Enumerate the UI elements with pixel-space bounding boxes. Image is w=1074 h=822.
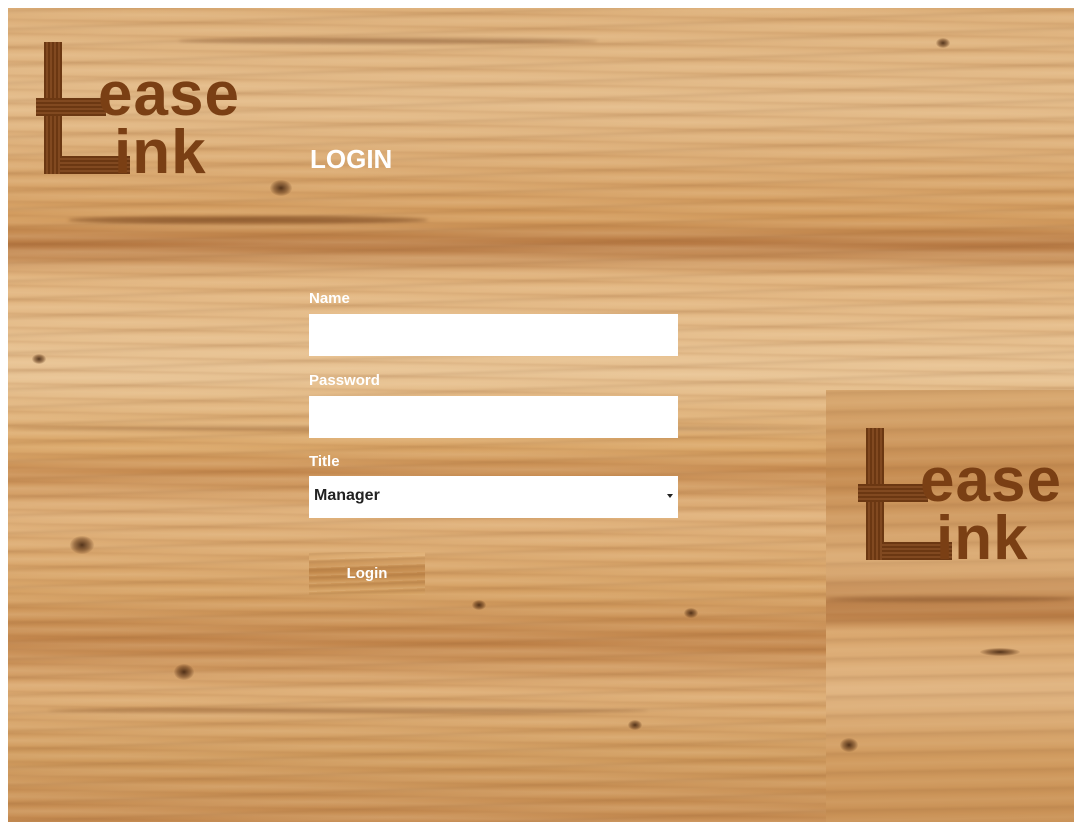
name-label: Name — [309, 290, 350, 307]
wood-grain-streak — [48, 708, 648, 713]
wood-knot — [32, 354, 46, 364]
page-title: LOGIN — [310, 144, 393, 174]
title-select-value: Manager — [314, 487, 380, 504]
wood-knot — [936, 38, 950, 48]
title-label: Title — [309, 453, 340, 470]
logo-word-ink: ink — [936, 504, 1029, 573]
login-button[interactable]: Login — [309, 552, 425, 595]
leaselink-logo: ease ink — [36, 42, 256, 192]
wood-knot — [980, 648, 1020, 656]
leaselink-logo-side: ease ink — [858, 428, 1074, 578]
logo-letter-l-foot-top — [36, 98, 106, 116]
wood-knot — [628, 720, 642, 730]
wood-grain-streak — [68, 216, 428, 224]
wood-knot — [840, 738, 858, 752]
name-input[interactable] — [309, 314, 678, 356]
wood-knot — [472, 600, 486, 610]
logo-letter-l-foot-top — [858, 484, 928, 502]
login-page: ease ink LOGIN Name Password Title Manag… — [8, 8, 1074, 822]
logo-word-ease: ease — [920, 446, 1062, 515]
password-label: Password — [309, 372, 380, 389]
wood-knot — [70, 536, 94, 554]
wood-knot — [684, 608, 698, 618]
wood-knot — [270, 180, 292, 196]
logo-word-ease: ease — [98, 60, 240, 129]
dropdown-arrow-icon — [667, 494, 673, 498]
title-select[interactable]: Manager — [309, 476, 678, 518]
wood-knot — [174, 664, 194, 680]
password-input[interactable] — [309, 396, 678, 438]
logo-word-ink: ink — [114, 118, 207, 187]
wood-grain-streak — [826, 596, 1074, 602]
